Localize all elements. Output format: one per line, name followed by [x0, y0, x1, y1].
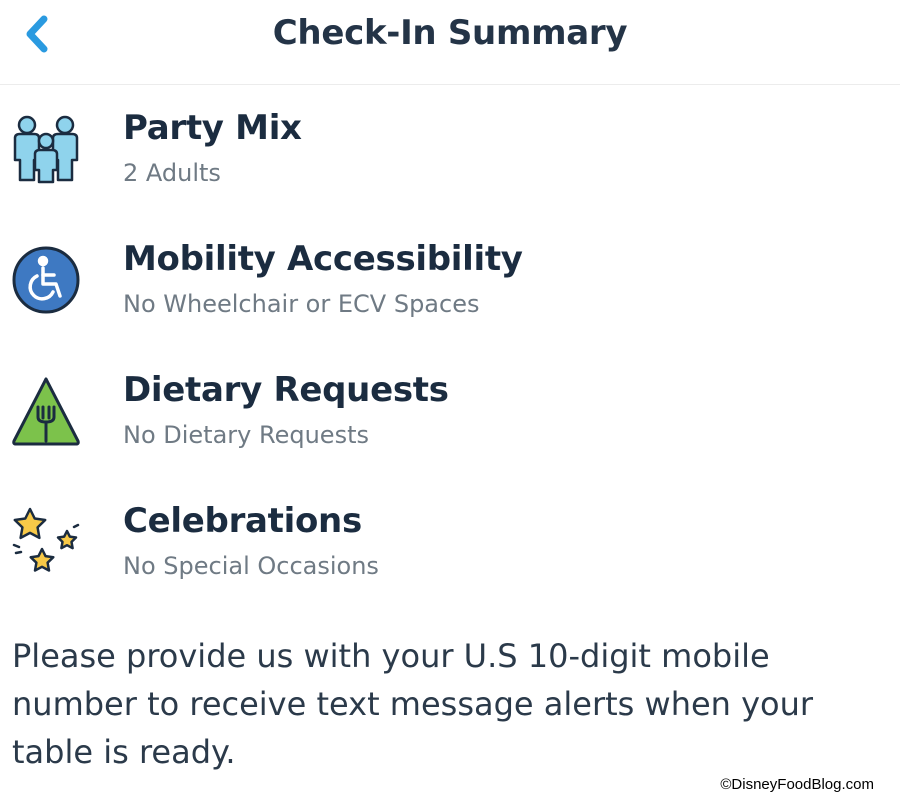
dietary-requests-label: Dietary Requests	[123, 370, 449, 410]
party-mix-value: 2 Adults	[123, 159, 221, 187]
sms-alert-notice: Please provide us with your U.S 10-digit…	[12, 637, 814, 771]
fork-icon	[10, 375, 82, 447]
mobility-accessibility-value: No Wheelchair or ECV Spaces	[123, 290, 480, 318]
party-mix-row[interactable]: Party Mix 2 Adults	[0, 104, 900, 214]
mobility-accessibility-row[interactable]: Mobility Accessibility No Wheelchair or …	[0, 235, 900, 345]
celebrations-value: No Special Occasions	[123, 552, 379, 580]
watermark: ©DisneyFoodBlog.com	[716, 776, 878, 793]
stars-icon	[10, 505, 82, 577]
top-bar: Check-In Summary	[0, 0, 900, 85]
party-mix-label: Party Mix	[123, 108, 302, 148]
dietary-requests-row[interactable]: Dietary Requests No Dietary Requests	[0, 366, 900, 476]
family-icon	[10, 112, 82, 184]
mobility-accessibility-label: Mobility Accessibility	[123, 239, 523, 279]
page-title: Check-In Summary	[272, 13, 628, 53]
celebrations-label: Celebrations	[123, 501, 362, 541]
celebrations-row[interactable]: Celebrations No Special Occasions	[0, 497, 900, 607]
wheelchair-icon	[10, 244, 82, 316]
dietary-requests-value: No Dietary Requests	[123, 421, 369, 449]
